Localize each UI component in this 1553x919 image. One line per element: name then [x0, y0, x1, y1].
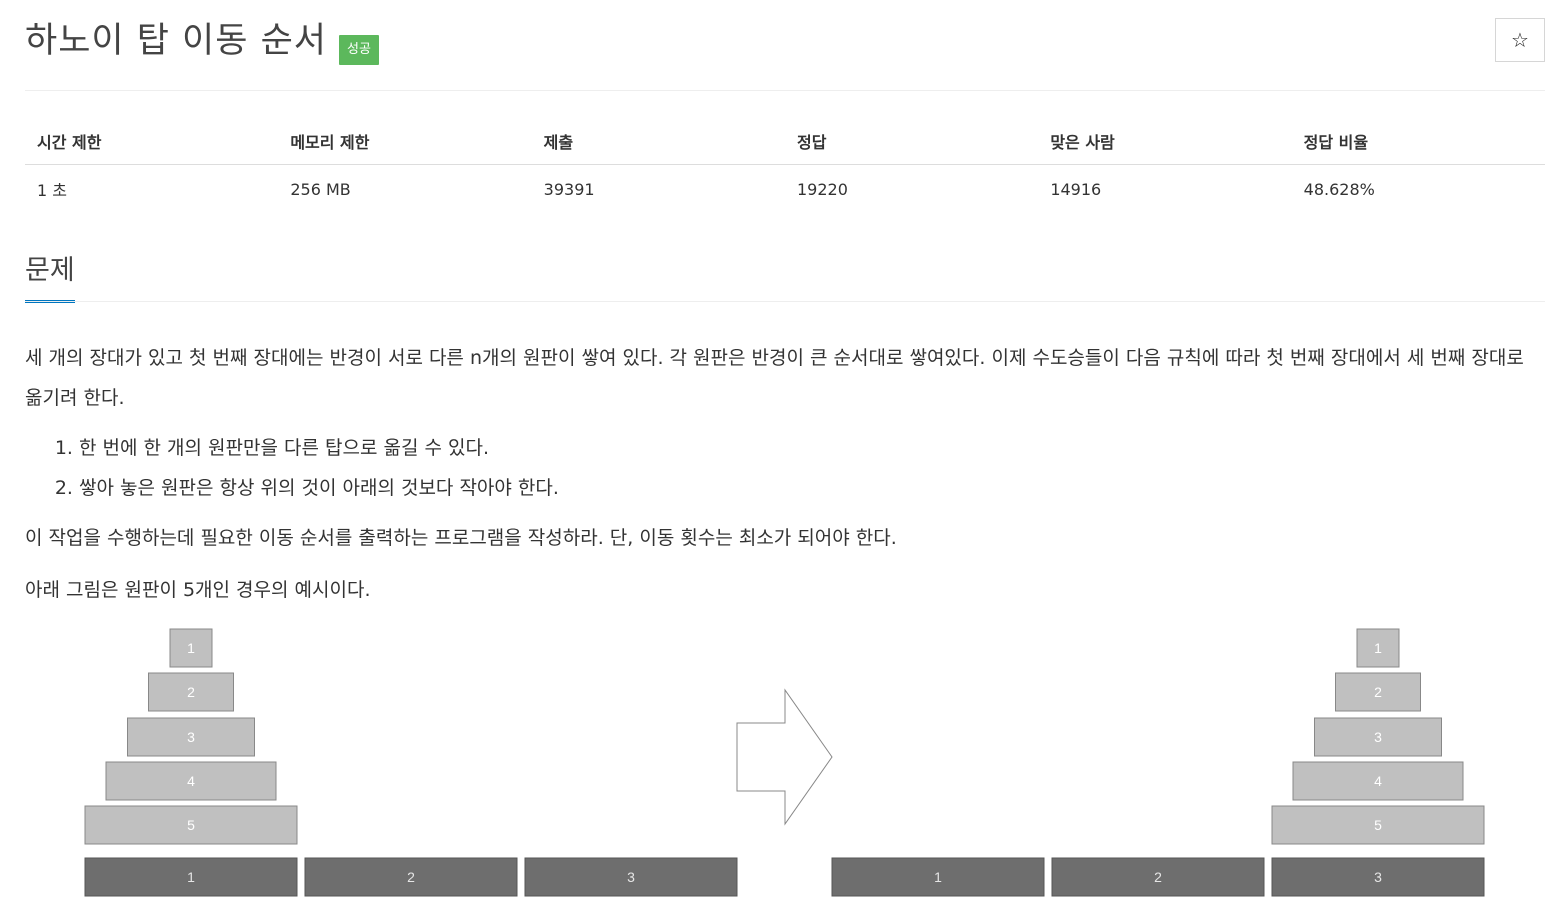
final-disk-5 — [1271, 805, 1485, 845]
status-badge: 성공 — [339, 35, 379, 65]
final-disk-label-4: 4 — [1374, 773, 1382, 789]
solvers-value: 14916 — [1050, 179, 1102, 199]
initial-disk-1 — [169, 628, 213, 668]
initial-state-pegs: 1 2 3 — [84, 857, 738, 897]
header-accuracy: 정답 비율 — [1291, 118, 1545, 165]
initial-peg-label-2: 2 — [407, 869, 415, 885]
accepted-value: 19220 — [796, 179, 848, 199]
final-state-pegs: 1 2 3 — [831, 857, 1485, 897]
initial-disk-4 — [105, 761, 277, 801]
header-submissions: 제출 — [531, 118, 785, 165]
final-disk-1 — [1356, 628, 1400, 668]
description-intro: 세 개의 장대가 있고 첫 번째 장대에는 반경이 서로 다른 n개의 원판이 … — [25, 347, 1524, 409]
initial-peg-1 — [84, 857, 298, 897]
problem-description: 세 개의 장대가 있고 첫 번째 장대에는 반경이 서로 다른 n개의 원판이 … — [25, 338, 1540, 610]
initial-disk-3 — [127, 717, 255, 757]
divider — [25, 90, 1545, 91]
title-row: 하노이 탑 이동 순서 성공 ☆ — [25, 18, 1545, 88]
initial-peg-label-3: 3 — [627, 869, 635, 885]
list-item: 한 번에 한 개의 원판만을 다른 탑으로 옮길 수 있다. — [79, 428, 1540, 468]
initial-state-stack: 1 2 3 4 5 — [84, 628, 298, 845]
star-icon: ☆ — [1511, 28, 1529, 52]
final-disk-label-5: 5 — [1374, 817, 1382, 833]
initial-peg-label-1: 1 — [187, 869, 195, 885]
final-disk-label-3: 3 — [1374, 729, 1382, 745]
table-header-row: 시간 제한 메모리 제한 제출 정답 맞은 사람 정답 비율 — [25, 118, 1545, 165]
initial-disk-label-1: 1 — [187, 640, 195, 656]
initial-disk-label-3: 3 — [187, 729, 195, 745]
initial-disk-5 — [84, 805, 298, 845]
header-solvers: 맞은 사람 — [1038, 118, 1292, 165]
final-disk-2 — [1335, 672, 1421, 712]
initial-disk-label-2: 2 — [187, 684, 195, 700]
final-peg-2 — [1051, 857, 1265, 897]
initial-disk-2 — [148, 672, 234, 712]
final-peg-1 — [831, 857, 1045, 897]
time-limit-value: 1 초 — [37, 181, 67, 200]
problem-info-table: 시간 제한 메모리 제한 제출 정답 맞은 사람 정답 비율 1 초 256 M… — [25, 118, 1545, 213]
final-peg-label-1: 1 — [934, 869, 942, 885]
favorite-button[interactable]: ☆ — [1495, 18, 1545, 62]
header-accepted: 정답 — [784, 118, 1039, 165]
description-example: 아래 그림은 원판이 5개인 경우의 예시이다. — [25, 579, 371, 601]
submissions-value: 39391 — [543, 179, 595, 199]
final-peg-label-2: 2 — [1154, 869, 1162, 885]
section-divider — [25, 301, 1545, 302]
final-state-stack: 1 2 3 4 5 — [1271, 628, 1485, 845]
rules-list: 한 번에 한 개의 원판만을 다른 탑으로 옮길 수 있다. 쌓아 놓은 원판은… — [25, 428, 1540, 508]
accuracy-value: 48.628% — [1303, 179, 1375, 199]
initial-disk-label-5: 5 — [187, 817, 195, 833]
page-title: 하노이 탑 이동 순서 — [25, 21, 327, 61]
header-time-limit: 시간 제한 — [25, 118, 279, 165]
table-row: 1 초 256 MB 39391 19220 14916 48.628% — [25, 165, 1545, 214]
final-peg-3 — [1271, 857, 1485, 897]
final-disk-label-2: 2 — [1374, 684, 1382, 700]
problem-section-header: 문제 — [25, 252, 1545, 303]
list-item: 쌓아 놓은 원판은 항상 위의 것이 아래의 것보다 작아야 한다. — [79, 468, 1540, 508]
final-disk-4 — [1292, 761, 1464, 801]
initial-peg-2 — [304, 857, 518, 897]
final-disk-3 — [1314, 717, 1442, 757]
final-peg-label-3: 3 — [1374, 869, 1382, 885]
section-title: 문제 — [25, 252, 75, 303]
initial-peg-3 — [524, 857, 738, 897]
memory-limit-value: 256 MB — [290, 179, 351, 199]
initial-disk-label-4: 4 — [187, 773, 195, 789]
arrow-icon — [736, 688, 833, 826]
final-disk-label-1: 1 — [1374, 640, 1382, 656]
header-memory-limit: 메모리 제한 — [278, 118, 532, 165]
description-task: 이 작업을 수행하는데 필요한 이동 순서를 출력하는 프로그램을 작성하라. … — [25, 527, 897, 549]
